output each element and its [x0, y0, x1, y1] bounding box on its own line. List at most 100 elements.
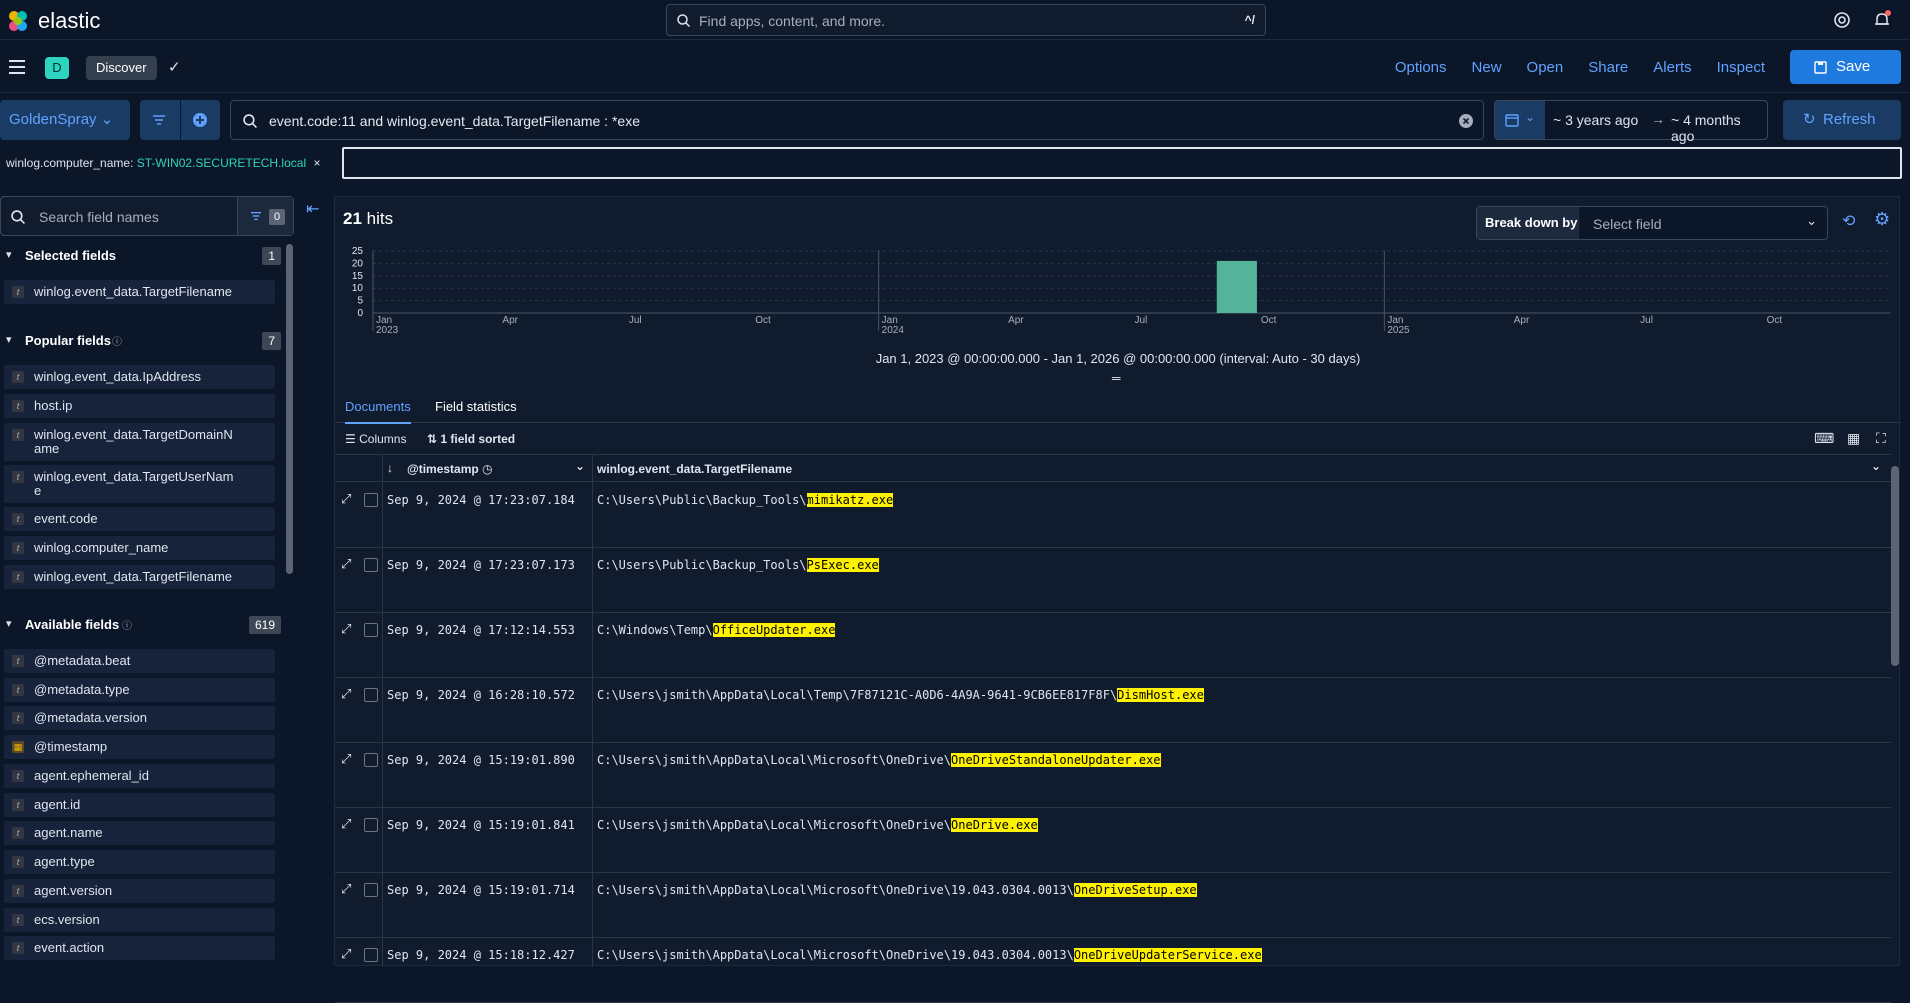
field-item[interactable]: t agent.type [4, 850, 275, 874]
row-select-checkbox[interactable] [364, 753, 378, 767]
brand-name[interactable]: elastic [38, 8, 100, 34]
row-select-checkbox[interactable] [364, 688, 378, 702]
table-row[interactable]: ⤢ Sep 9, 2024 @ 17:12:14.553 C:\Windows\Te… [335, 613, 1891, 678]
options-link[interactable]: Options [1395, 59, 1447, 76]
popular-fields-section[interactable]: ▾ Popular fields ⓘ 7 [0, 329, 285, 353]
row-select-checkbox[interactable] [364, 623, 378, 637]
breadcrumb-discover[interactable]: Discover [86, 56, 157, 80]
highlighted-match: OneDriveSetup.exe [1073, 883, 1197, 897]
date-picker[interactable]: ⌄ ~ 3 years ago → ~ 4 months ago [1494, 100, 1768, 144]
expand-row-icon[interactable]: ⤢ [341, 621, 351, 637]
histogram-chart[interactable]: 2520151050Jan2023Apr Jul Oct Jan2024Apr Jul O… [335, 245, 1901, 335]
field-item[interactable]: t ecs.version [4, 908, 275, 932]
field-item[interactable]: t @metadata.version [4, 706, 275, 730]
field-item[interactable]: t agent.version [4, 879, 275, 903]
collapse-sidebar-icon[interactable]: ⇤ [306, 199, 319, 219]
expand-row-icon[interactable]: ⤢ [341, 491, 351, 507]
selected-fields-section[interactable]: ▾ Selected fields 1 [0, 244, 285, 268]
clear-query-icon[interactable] [1459, 114, 1473, 128]
quick-menu-button[interactable]: ⌄ [1495, 101, 1545, 139]
field-item[interactable]: t winlog.event_data.TargetDomainName [4, 423, 275, 461]
available-fields-section[interactable]: ▾ Available fields ⓘ 619 [0, 613, 285, 637]
expand-row-icon[interactable]: ⤢ [341, 751, 351, 767]
fullscreen-icon[interactable]: ⛶ [1876, 430, 1886, 447]
date-end[interactable]: ~ 4 months ago [1671, 112, 1767, 144]
global-search-input[interactable]: Find apps, content, and more. ^/ [666, 4, 1266, 36]
add-filter-input[interactable] [342, 147, 1902, 179]
field-search-input[interactable]: Search field names 0 [0, 196, 294, 236]
columns-button[interactable]: ☰ Columns [345, 432, 406, 446]
data-view-picker[interactable]: GoldenSpray ⌄ [0, 100, 130, 140]
data-view-label: GoldenSpray [9, 111, 97, 128]
sort-button[interactable]: ⇅ 1 field sorted [427, 432, 515, 446]
field-item[interactable]: ▦ @timestamp [4, 735, 275, 759]
field-item[interactable]: t host.ip [4, 394, 275, 418]
column-header-timestamp[interactable]: @timestamp ◷ [407, 462, 493, 476]
field-item[interactable]: t event.action [4, 936, 275, 960]
field-item[interactable]: t event.code [4, 507, 275, 531]
table-scrollbar[interactable] [1891, 466, 1899, 666]
add-filter-plus-icon[interactable] [192, 112, 208, 128]
filter-options-button[interactable] [140, 100, 220, 140]
row-select-checkbox[interactable] [364, 558, 378, 572]
field-item[interactable]: t winlog.event_data.TargetUserName [4, 465, 275, 503]
settings-gear-icon[interactable]: ⚙ [1874, 209, 1890, 230]
open-link[interactable]: Open [1527, 59, 1564, 76]
field-item[interactable]: t @metadata.type [4, 678, 275, 702]
row-select-checkbox[interactable] [364, 818, 378, 832]
expand-row-icon[interactable]: ⤢ [341, 816, 351, 832]
keyboard-icon[interactable]: ⌨ [1814, 430, 1834, 447]
field-item[interactable]: t agent.ephemeral_id [4, 764, 275, 788]
chevron-down-icon[interactable]: ⌄ [575, 459, 585, 473]
field-item[interactable]: t winlog.event_data.IpAddress [4, 365, 275, 389]
breakdown-select[interactable]: Break down by Select field ⌄ [1476, 206, 1828, 240]
field-item[interactable]: t agent.name [4, 821, 275, 845]
sidebar-scrollbar[interactable] [286, 244, 293, 574]
field-item[interactable]: t agent.id [4, 793, 275, 817]
filter-pill[interactable]: winlog.computer_name: ST-WIN02.SECURETEC… [0, 148, 321, 178]
help-icon[interactable] [1832, 10, 1852, 30]
table-row[interactable]: ⤢ Sep 9, 2024 @ 15:18:12.427 C:\Users\jsmi… [335, 938, 1891, 1003]
expand-row-icon[interactable]: ⤢ [341, 686, 351, 702]
chart-options-icon[interactable]: ⟲ [1842, 211, 1855, 231]
row-select-checkbox[interactable] [364, 493, 378, 507]
remove-filter-icon[interactable]: × [313, 156, 320, 170]
new-link[interactable]: New [1472, 59, 1502, 76]
expand-row-icon[interactable]: ⤢ [341, 946, 351, 962]
field-item[interactable]: t winlog.event_data.TargetFilename [4, 280, 275, 304]
refresh-button[interactable]: ↻ Refresh [1783, 100, 1901, 140]
table-row[interactable]: ⤢ Sep 9, 2024 @ 16:28:10.572 C:\Users\jsmi… [335, 678, 1891, 743]
sort-desc-icon[interactable]: ↓ [387, 461, 393, 475]
kql-query-input[interactable]: event.code:11 and winlog.event_data.Targ… [230, 100, 1484, 140]
table-row[interactable]: ⤢ Sep 9, 2024 @ 17:23:07.173 C:\Users\Publ… [335, 548, 1891, 613]
tab-documents[interactable]: Documents [345, 399, 411, 424]
keyboard-shortcut: ^/ [1244, 13, 1255, 27]
field-item[interactable]: t winlog.event_data.TargetFilename [4, 565, 275, 589]
expand-row-icon[interactable]: ⤢ [341, 881, 351, 897]
alerts-link[interactable]: Alerts [1653, 59, 1691, 76]
table-row[interactable]: ⤢ Sep 9, 2024 @ 15:19:01.714 C:\Users\jsmi… [335, 873, 1891, 938]
space-avatar[interactable]: D [45, 57, 69, 79]
elastic-logo-icon[interactable] [6, 9, 30, 33]
filename-path: C:\Users\jsmith\AppData\Local\Microsoft\… [597, 753, 952, 767]
row-select-checkbox[interactable] [364, 883, 378, 897]
share-link[interactable]: Share [1588, 59, 1628, 76]
chevron-down-icon[interactable]: ⌄ [1871, 459, 1881, 473]
date-start[interactable]: ~ 3 years ago [1553, 112, 1638, 128]
density-table-icon[interactable]: ▦ [1847, 430, 1860, 447]
table-row[interactable]: ⤢ Sep 9, 2024 @ 15:19:01.890 C:\Users\jsmi… [335, 743, 1891, 808]
resize-handle-icon[interactable]: ═ [1112, 371, 1121, 385]
table-row[interactable]: ⤢ Sep 9, 2024 @ 15:19:01.841 C:\Users\jsmi… [335, 808, 1891, 873]
field-item[interactable]: t @metadata.beat [4, 649, 275, 673]
table-row[interactable]: ⤢ Sep 9, 2024 @ 17:23:07.184 C:\Users\Publ… [335, 483, 1891, 548]
menu-hamburger-icon[interactable] [9, 60, 25, 74]
column-header-filename[interactable]: winlog.event_data.TargetFilename [597, 462, 792, 476]
row-select-checkbox[interactable] [364, 948, 378, 962]
save-button[interactable]: Save [1790, 50, 1901, 84]
expand-row-icon[interactable]: ⤢ [341, 556, 351, 572]
tab-field-statistics[interactable]: Field statistics [435, 399, 517, 414]
field-item[interactable]: t winlog.computer_name [4, 536, 275, 560]
notifications-bell-icon[interactable] [1872, 10, 1892, 30]
inspect-link[interactable]: Inspect [1717, 59, 1765, 76]
field-type-filter-button[interactable]: 0 [237, 197, 293, 235]
